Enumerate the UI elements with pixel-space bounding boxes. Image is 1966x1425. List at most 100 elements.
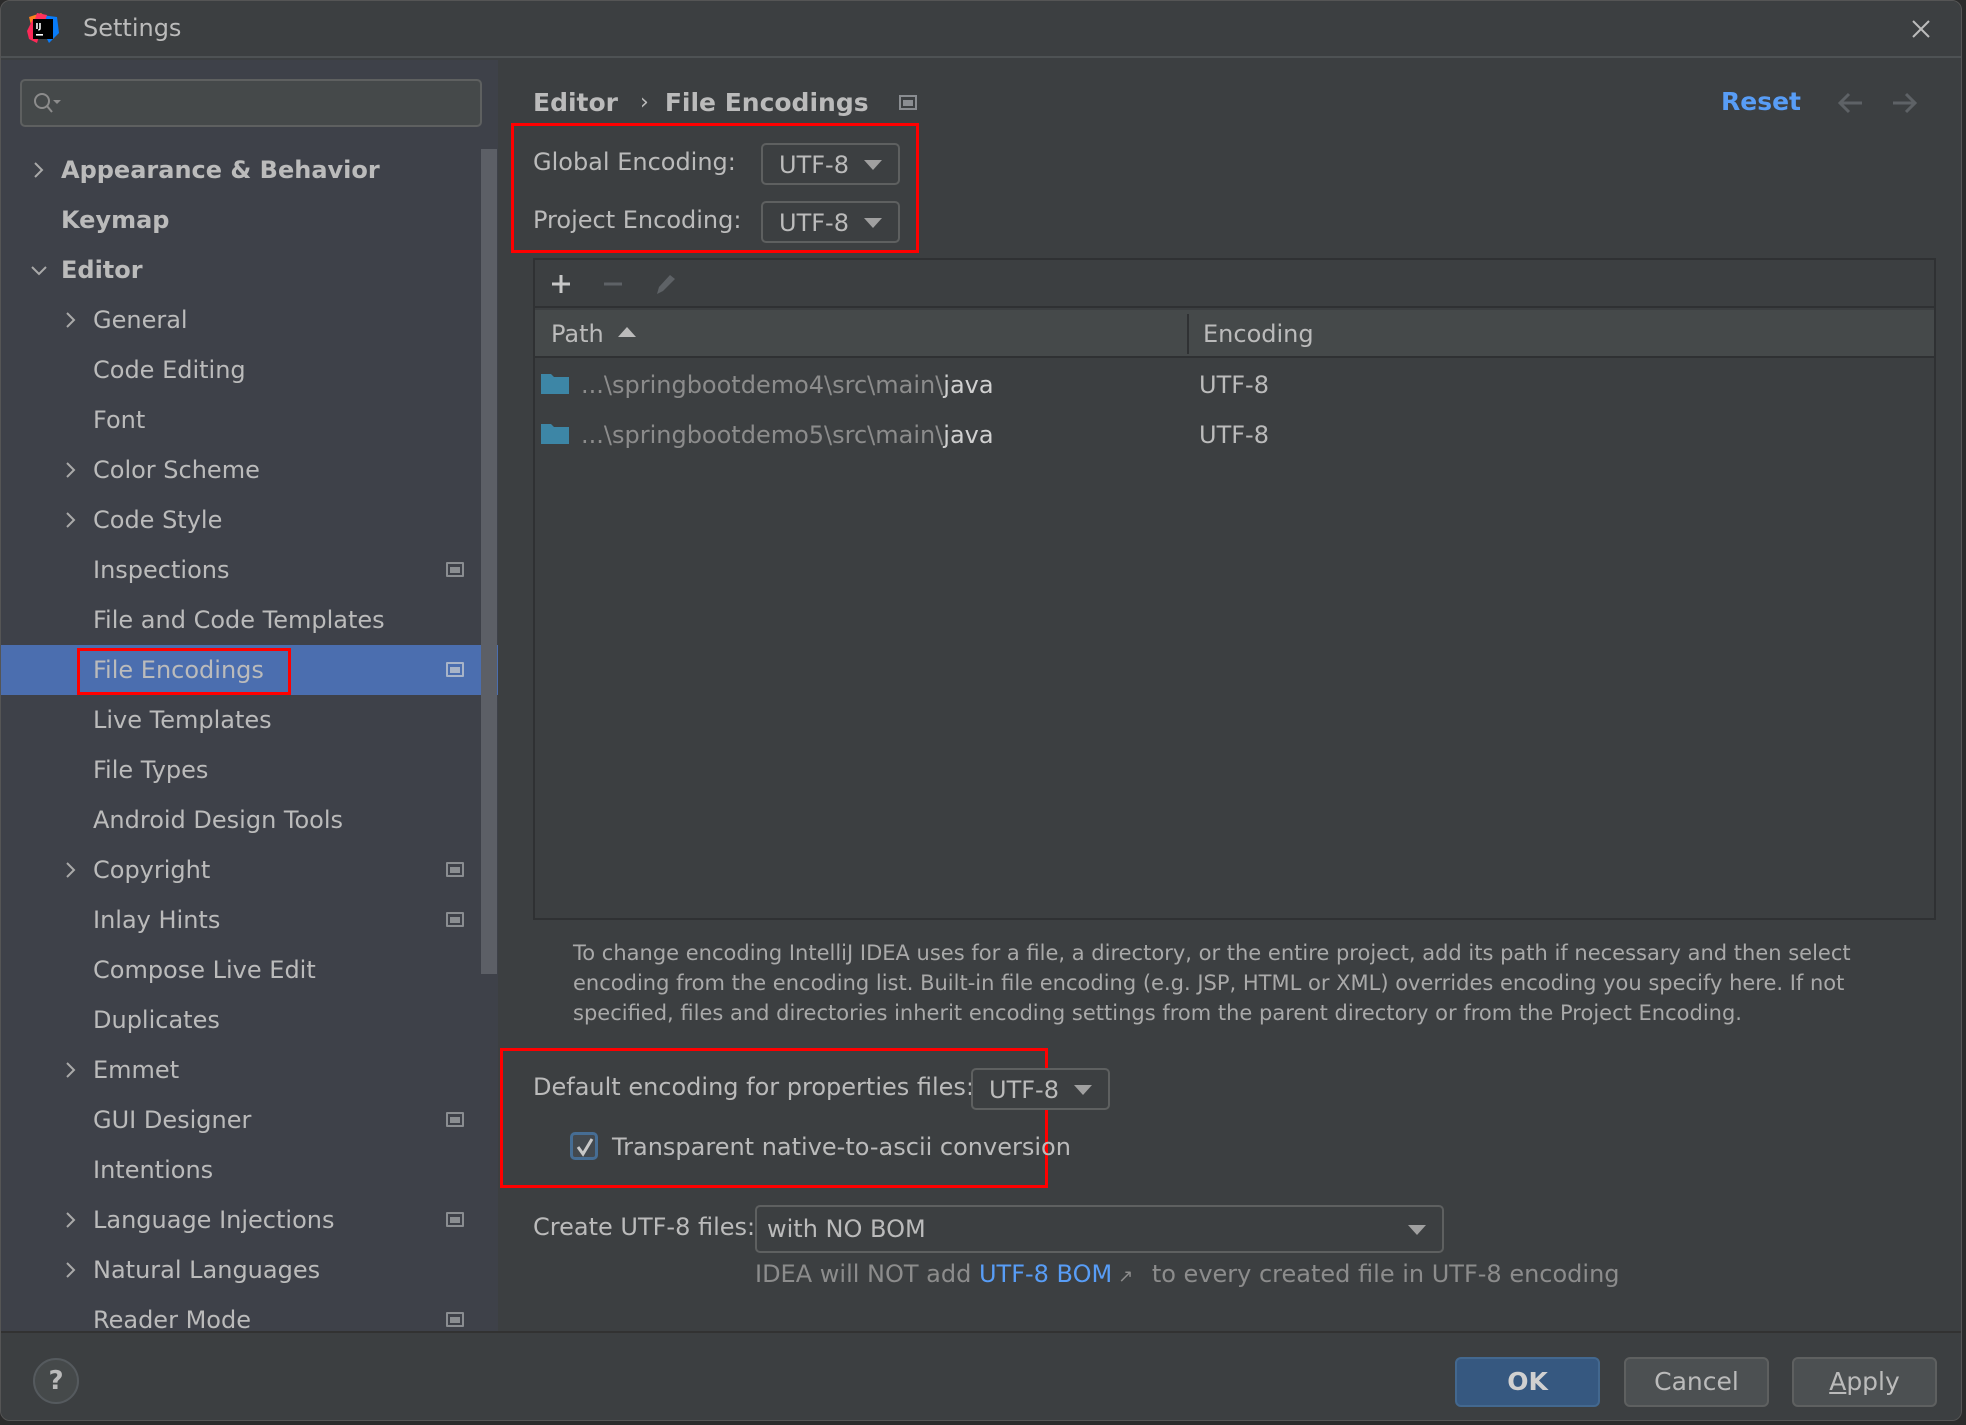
chevron-right-icon[interactable] <box>61 860 81 880</box>
table-header: Path Encoding <box>535 310 1934 358</box>
sidebar-item-label: Android Design Tools <box>93 806 344 834</box>
sidebar-item-file-and-code-templates[interactable]: File and Code Templates <box>1 595 481 645</box>
sidebar-item-label: Keymap <box>61 206 170 234</box>
sidebar-item-appearance-behavior[interactable]: Appearance & Behavior <box>1 145 481 195</box>
properties-encoding-select[interactable]: UTF-8 <box>971 1068 1110 1110</box>
global-encoding-value: UTF-8 <box>779 151 849 179</box>
sidebar-item-label: Language Injections <box>93 1206 335 1234</box>
chevron-right-icon[interactable] <box>61 1260 81 1280</box>
help-button[interactable]: ? <box>33 1358 79 1404</box>
sidebar-item-label: Code Editing <box>93 356 246 384</box>
forward-arrow-icon[interactable] <box>1889 90 1919 116</box>
chevron-right-icon[interactable] <box>61 510 81 530</box>
folder-icon <box>541 424 569 444</box>
sidebar-item-label: Live Templates <box>93 706 272 734</box>
sidebar-item-label: Duplicates <box>93 1006 220 1034</box>
chevron-right-icon[interactable] <box>61 460 81 480</box>
breadcrumb: Editor › File Encodings <box>533 88 917 117</box>
create-utf8-label: Create UTF-8 files: <box>533 1213 756 1241</box>
project-scope-icon <box>446 1212 464 1227</box>
sidebar-item-label: Color Scheme <box>93 456 260 484</box>
chevron-right-icon[interactable] <box>61 1060 81 1080</box>
native-to-ascii-checkbox[interactable] <box>570 1132 598 1160</box>
sidebar-item-copyright[interactable]: Copyright <box>1 845 481 895</box>
chevron-down-icon[interactable] <box>29 260 49 280</box>
properties-encoding-label: Default encoding for properties files: <box>533 1073 975 1101</box>
project-scope-icon <box>446 1112 464 1127</box>
highlight-box-properties <box>500 1048 1048 1188</box>
apply-button[interactable]: Apply <box>1792 1357 1937 1407</box>
project-encoding-label: Project Encoding: <box>533 206 742 234</box>
sidebar-item-inspections[interactable]: Inspections <box>1 545 481 595</box>
encoding-cell[interactable]: UTF-8 <box>1199 360 1269 410</box>
sidebar-item-natural-languages[interactable]: Natural Languages <box>1 1245 481 1295</box>
project-scope-icon <box>446 662 464 677</box>
sidebar-item-label: Copyright <box>93 856 211 884</box>
sidebar-item-keymap[interactable]: Keymap <box>1 195 481 245</box>
sidebar-item-code-style[interactable]: Code Style <box>1 495 481 545</box>
sidebar-item-code-editing[interactable]: Code Editing <box>1 345 481 395</box>
remove-icon[interactable] <box>599 270 627 298</box>
cancel-button[interactable]: Cancel <box>1624 1357 1769 1407</box>
sidebar-item-editor[interactable]: Editor <box>1 245 481 295</box>
sidebar-item-live-templates[interactable]: Live Templates <box>1 695 481 745</box>
column-header-path[interactable]: Path <box>551 310 636 358</box>
table-row[interactable]: ...\springbootdemo5\src\main\java UTF-8 <box>535 410 1934 460</box>
project-encoding-value: UTF-8 <box>779 209 849 237</box>
chevron-right-icon[interactable] <box>61 310 81 330</box>
search-icon[interactable] <box>32 91 66 115</box>
path-cell: ...\springbootdemo4\src\main\java <box>581 371 994 399</box>
sidebar-item-label: File Types <box>93 756 209 784</box>
chevron-right-icon[interactable] <box>61 1210 81 1230</box>
add-icon[interactable] <box>547 270 575 298</box>
settings-sidebar: Appearance & Behavior Keymap Editor General… <box>1 60 498 1334</box>
column-header-encoding[interactable]: Encoding <box>1203 310 1314 358</box>
chevron-right-icon[interactable] <box>29 160 49 180</box>
sidebar-item-label: Compose Live Edit <box>93 956 316 984</box>
highlight-box-selected <box>77 648 291 695</box>
sidebar-item-duplicates[interactable]: Duplicates <box>1 995 481 1045</box>
ok-button[interactable]: OK <box>1455 1357 1600 1407</box>
utf8-bom-link[interactable]: UTF-8 BOM <box>979 1260 1112 1288</box>
reset-link[interactable]: Reset <box>1721 87 1801 116</box>
create-utf8-value: with NO BOM <box>767 1215 926 1243</box>
global-encoding-select[interactable]: UTF-8 <box>761 143 900 185</box>
sidebar-item-inlay-hints[interactable]: Inlay Hints <box>1 895 481 945</box>
global-encoding-label: Global Encoding: <box>533 148 736 176</box>
sidebar-item-file-encodings[interactable]: File Encodings <box>1 645 498 695</box>
back-arrow-icon[interactable] <box>1836 90 1866 116</box>
project-encoding-select[interactable]: UTF-8 <box>761 201 900 243</box>
search-input[interactable] <box>72 87 472 119</box>
sidebar-item-intentions[interactable]: Intentions <box>1 1145 481 1195</box>
sidebar-item-color-scheme[interactable]: Color Scheme <box>1 445 481 495</box>
create-utf8-select[interactable]: with NO BOM <box>755 1205 1444 1253</box>
sidebar-item-general[interactable]: General <box>1 295 481 345</box>
sidebar-item-font[interactable]: Font <box>1 395 481 445</box>
sidebar-item-emmet[interactable]: Emmet <box>1 1045 481 1095</box>
sidebar-item-label: Emmet <box>93 1056 180 1084</box>
encoding-cell[interactable]: UTF-8 <box>1199 410 1269 460</box>
sidebar-item-compose-live-edit[interactable]: Compose Live Edit <box>1 945 481 995</box>
properties-encoding-value: UTF-8 <box>989 1076 1059 1104</box>
sidebar-item-language-injections[interactable]: Language Injections <box>1 1195 481 1245</box>
sidebar-item-label: Inlay Hints <box>93 906 221 934</box>
sidebar-item-label: Inspections <box>93 556 230 584</box>
sidebar-item-label: Intentions <box>93 1156 214 1184</box>
sidebar-item-android-design-tools[interactable]: Android Design Tools <box>1 795 481 845</box>
edit-icon[interactable] <box>651 270 679 298</box>
checkmark-icon <box>576 1138 594 1157</box>
sidebar-item-label: Code Style <box>93 506 223 534</box>
sidebar-scrollbar[interactable] <box>481 149 497 974</box>
sidebar-item-file-types[interactable]: File Types <box>1 745 481 795</box>
column-divider[interactable] <box>1187 314 1189 354</box>
settings-search[interactable] <box>20 79 482 127</box>
native-to-ascii-label[interactable]: Transparent native-to-ascii conversion <box>612 1133 1071 1161</box>
window-title: Settings <box>83 14 182 42</box>
breadcrumb-parent: Editor <box>533 88 618 117</box>
settings-dialog: IJ Settings Appearance & Behavior Keymap E… <box>0 0 1962 1421</box>
sort-ascending-icon <box>617 327 636 337</box>
table-row[interactable]: ...\springbootdemo4\src\main\java UTF-8 <box>535 360 1934 410</box>
project-scope-icon <box>446 1312 464 1327</box>
sidebar-item-gui-designer[interactable]: GUI Designer <box>1 1095 481 1145</box>
close-icon[interactable] <box>1907 15 1935 43</box>
